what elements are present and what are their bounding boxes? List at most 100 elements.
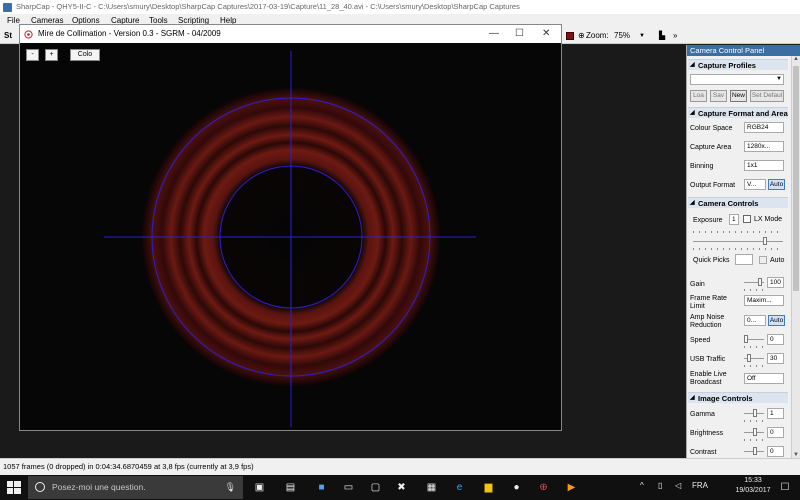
chevron-right-icon[interactable]: » — [673, 31, 677, 40]
histogram-icon[interactable]: ▙ — [659, 31, 665, 40]
sharpcap-window-title: SharpCap - QHY5-II-C - C:\Users\smury\De… — [16, 2, 520, 11]
amp-noise-label: Amp Noise Reduction — [690, 314, 725, 329]
save-profile-button[interactable]: Sav — [710, 90, 727, 102]
gamma-input[interactable]: 1 — [767, 408, 784, 419]
gamma-label: Gamma — [690, 411, 715, 418]
language-indicator[interactable]: FRA — [692, 481, 708, 490]
minus-button[interactable]: - — [26, 49, 39, 61]
speed-label: Speed — [690, 337, 711, 344]
sphere-icon[interactable]: ● — [508, 479, 525, 496]
usb-traffic-ticks — [744, 365, 764, 367]
frame-rate-select[interactable]: Maxim... — [744, 295, 784, 306]
minimize-icon[interactable]: — — [489, 25, 499, 43]
media-app-icon[interactable]: ▶ — [563, 479, 580, 496]
profile-select[interactable] — [690, 74, 784, 85]
app-blue-icon[interactable]: ■ — [313, 479, 330, 496]
collapse-triangle-icon: ◢ — [690, 200, 695, 206]
windows-start-icon[interactable] — [5, 479, 23, 496]
colour-space-select[interactable]: RGB24 — [744, 122, 784, 133]
apps-icon[interactable]: ▤ — [282, 479, 299, 496]
monitor-icon[interactable]: ▭ — [340, 479, 357, 496]
edge-browser-icon[interactable]: e — [451, 479, 468, 496]
exposure-ticks-lower — [693, 248, 783, 250]
collimation-target — [104, 51, 476, 427]
gain-ticks — [744, 289, 764, 291]
quick-picks-auto-checkbox[interactable] — [759, 256, 767, 264]
collimation-canvas: - + Colo — [20, 43, 561, 430]
status-bar: 1057 frames (0 dropped) in 0:04:34.68704… — [0, 458, 800, 475]
chevron-down-icon[interactable]: ▼ — [776, 76, 782, 82]
taskbar-clock[interactable]: 15:33 19/03/2017 — [733, 476, 773, 496]
collapse-triangle-icon: ◢ — [690, 110, 695, 116]
brightness-input[interactable]: 0 — [767, 427, 784, 438]
taskbar: Posez-moi une question. 🎙 ▣ ▤ ■ ▭ ▢ ✖ ▦ … — [0, 475, 800, 500]
tray-chevron-icon[interactable]: ^ — [640, 481, 644, 490]
color-button[interactable]: Colo — [70, 49, 100, 61]
start-button[interactable]: St — [4, 31, 12, 40]
collapse-triangle-icon: ◢ — [690, 395, 695, 401]
quick-picks-label: Quick Picks — [693, 257, 730, 264]
scrollbar-thumb[interactable] — [793, 66, 799, 291]
brightness-label: Brightness — [690, 430, 724, 437]
close-app-icon[interactable]: ✖ — [393, 479, 410, 496]
record-color-icon[interactable] — [566, 32, 574, 40]
menu-file[interactable]: File — [7, 14, 20, 28]
chat-icon[interactable]: ▢ — [367, 479, 384, 496]
image-controls-header[interactable]: ◢ Image Controls ☰ — [688, 392, 798, 403]
exposure-label: Exposure — [693, 217, 723, 224]
amp-noise-auto-button[interactable]: Auto — [768, 315, 785, 326]
gamma-slider[interactable] — [744, 409, 764, 417]
plus-button[interactable]: + — [45, 49, 58, 61]
brightness-slider[interactable] — [744, 428, 764, 436]
output-format-select[interactable]: V... — [744, 179, 766, 190]
microphone-icon[interactable]: 🎙 — [225, 476, 236, 499]
window-icon[interactable]: ▦ — [423, 479, 440, 496]
live-broadcast-label: Enable Live Broadcast — [690, 371, 727, 386]
speed-input[interactable]: 0 — [767, 334, 784, 345]
exposure-input[interactable]: 1 — [729, 214, 739, 225]
contrast-slider[interactable] — [744, 447, 764, 455]
zoom-select[interactable]: 75% — [614, 31, 630, 40]
panel-title: Camera Control Panel — [687, 45, 800, 56]
maximize-icon[interactable]: ☐ — [515, 25, 524, 43]
gain-input[interactable]: 100 — [767, 277, 784, 288]
load-profile-button[interactable]: Loa — [690, 90, 707, 102]
collapse-triangle-icon: ◢ — [690, 62, 695, 68]
exposure-slider[interactable] — [693, 237, 783, 245]
task-view-icon[interactable]: ▣ — [251, 479, 268, 496]
usb-traffic-slider[interactable] — [744, 354, 764, 362]
amp-noise-select[interactable]: 0... — [744, 315, 766, 326]
frame-rate-label: Frame Rate Limit — [690, 295, 727, 310]
contrast-input[interactable]: 0 — [767, 446, 784, 457]
close-icon[interactable]: ✕ — [542, 25, 550, 43]
gain-slider[interactable] — [744, 278, 764, 286]
capture-area-select[interactable]: 1280x... — [744, 141, 784, 152]
clock-date: 19/03/2017 — [735, 487, 771, 494]
usb-traffic-input[interactable]: 30 — [767, 353, 784, 364]
quick-picks-select[interactable] — [735, 254, 753, 265]
capture-profiles-header[interactable]: ◢ Capture Profiles ☰ — [688, 59, 798, 70]
exposure-ticks — [693, 231, 783, 233]
folder-icon[interactable]: ▆ — [480, 479, 497, 496]
output-format-auto-button[interactable]: Auto — [768, 179, 785, 190]
new-profile-button[interactable]: New — [730, 90, 747, 102]
camera-controls-header[interactable]: ◢ Camera Controls ☰ — [688, 197, 798, 208]
set-default-button[interactable]: Set Defaul — [750, 90, 784, 102]
contrast-label: Contrast — [690, 449, 717, 456]
panel-scrollbar[interactable]: ▲ ▼ — [791, 56, 800, 458]
taskbar-search-box[interactable]: Posez-moi une question. 🎙 — [28, 476, 243, 499]
collimation-window-title: Mire de Collimation - Version 0.3 - SGRM… — [38, 29, 221, 38]
lx-mode-checkbox[interactable] — [743, 215, 751, 223]
collimation-title-bar[interactable]: Mire de Collimation - Version 0.3 - SGRM… — [20, 25, 561, 43]
speed-slider[interactable] — [744, 335, 764, 343]
zoom-label: Zoom: — [586, 31, 609, 40]
network-icon[interactable]: ▯ — [658, 481, 662, 490]
notification-icon[interactable]: ☐ — [778, 479, 792, 496]
capture-format-header[interactable]: ◢ Capture Format and Area — [688, 107, 788, 118]
binning-select[interactable]: 1x1 — [744, 160, 784, 171]
live-broadcast-select[interactable]: Off — [744, 373, 784, 384]
scroll-up-icon[interactable]: ▲ — [793, 56, 799, 62]
volume-icon[interactable]: ◁ — [675, 481, 681, 490]
chevron-down-icon[interactable]: ▼ — [639, 33, 645, 39]
target-app-icon[interactable]: ⊕ — [535, 479, 552, 496]
